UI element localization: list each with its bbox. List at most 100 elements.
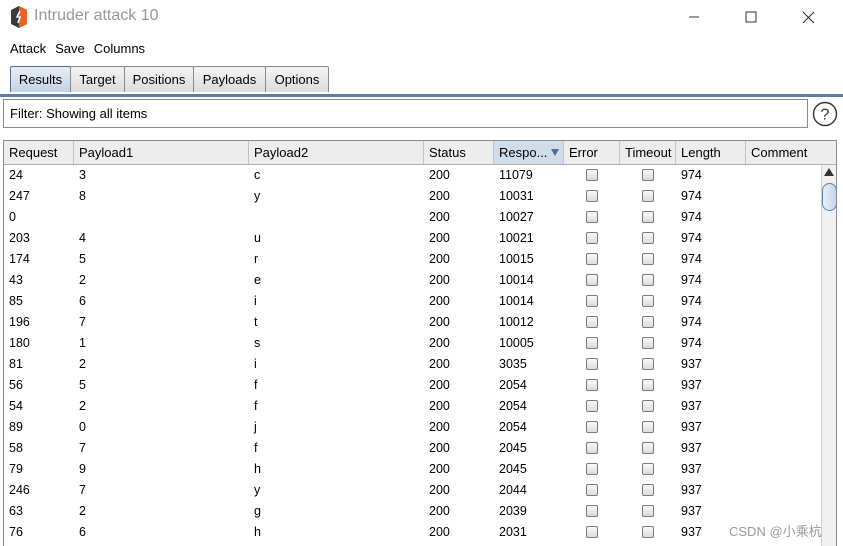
table-row[interactable]: 79 9 h 200 2045 937 bbox=[4, 459, 822, 480]
close-button[interactable] bbox=[786, 0, 830, 34]
table-row[interactable]: 203 4 u 200 10021 974 bbox=[4, 228, 822, 249]
timeout-checkbox[interactable] bbox=[642, 400, 654, 412]
table-row[interactable]: 85 6 i 200 10014 974 bbox=[4, 291, 822, 312]
error-checkbox[interactable] bbox=[586, 169, 598, 181]
table-row[interactable]: 24 3 c 200 11079 974 bbox=[4, 165, 822, 186]
error-checkbox[interactable] bbox=[586, 211, 598, 223]
table-row[interactable]: 89 0 j 200 2054 937 bbox=[4, 417, 822, 438]
help-icon[interactable]: ? bbox=[812, 101, 838, 127]
column-header-timeout[interactable]: Timeout bbox=[620, 141, 676, 164]
cell-length: 937 bbox=[681, 378, 702, 392]
menu-save[interactable]: Save bbox=[55, 41, 85, 56]
error-checkbox[interactable] bbox=[586, 358, 598, 370]
cell-payload1: 1 bbox=[79, 336, 86, 350]
timeout-checkbox[interactable] bbox=[642, 421, 654, 433]
minimize-button[interactable] bbox=[672, 0, 716, 34]
tab-options[interactable]: Options bbox=[265, 66, 329, 92]
error-checkbox[interactable] bbox=[586, 442, 598, 454]
table-row[interactable]: 0 200 10027 974 bbox=[4, 207, 822, 228]
table-row[interactable]: 174 5 r 200 10015 974 bbox=[4, 249, 822, 270]
column-header-length[interactable]: Length bbox=[676, 141, 746, 164]
error-checkbox[interactable] bbox=[586, 274, 598, 286]
cell-payload1: 8 bbox=[79, 189, 86, 203]
tab-results[interactable]: Results bbox=[10, 66, 71, 92]
timeout-checkbox[interactable] bbox=[642, 337, 654, 349]
tab-target[interactable]: Target bbox=[70, 66, 125, 92]
cell-status: 200 bbox=[429, 399, 450, 413]
error-checkbox[interactable] bbox=[586, 316, 598, 328]
column-header-payload2[interactable]: Payload2 bbox=[249, 141, 424, 164]
table-row[interactable]: 196 7 t 200 10012 974 bbox=[4, 312, 822, 333]
table-row[interactable]: 43 2 e 200 10014 974 bbox=[4, 270, 822, 291]
timeout-checkbox[interactable] bbox=[642, 442, 654, 454]
table-row[interactable]: 58 7 f 200 2045 937 bbox=[4, 438, 822, 459]
menu-bar: Attack Save Columns bbox=[0, 36, 843, 60]
timeout-checkbox[interactable] bbox=[642, 211, 654, 223]
cell-status: 200 bbox=[429, 231, 450, 245]
cell-payload1: 0 bbox=[79, 420, 86, 434]
column-header-request[interactable]: Request bbox=[4, 141, 74, 164]
table-row[interactable]: 56 5 f 200 2054 937 bbox=[4, 375, 822, 396]
column-header-status[interactable]: Status bbox=[424, 141, 494, 164]
error-checkbox[interactable] bbox=[586, 505, 598, 517]
timeout-checkbox[interactable] bbox=[642, 232, 654, 244]
scrollbar-thumb[interactable] bbox=[822, 183, 836, 211]
error-checkbox[interactable] bbox=[586, 421, 598, 433]
tab-payloads[interactable]: Payloads bbox=[193, 66, 266, 92]
error-checkbox[interactable] bbox=[586, 379, 598, 391]
menu-columns[interactable]: Columns bbox=[94, 41, 145, 56]
maximize-button[interactable] bbox=[729, 0, 773, 34]
cell-response: 10027 bbox=[499, 210, 534, 224]
vertical-scrollbar[interactable] bbox=[821, 165, 836, 546]
timeout-checkbox[interactable] bbox=[642, 253, 654, 265]
cell-payload2: i bbox=[254, 294, 257, 308]
timeout-checkbox[interactable] bbox=[642, 526, 654, 538]
scroll-up-arrow-icon[interactable] bbox=[824, 168, 834, 176]
cell-comment bbox=[746, 333, 751, 354]
table-row[interactable]: 76 6 h 200 2031 937 bbox=[4, 522, 822, 543]
timeout-checkbox[interactable] bbox=[642, 169, 654, 181]
tab-positions[interactable]: Positions bbox=[124, 66, 194, 92]
error-checkbox[interactable] bbox=[586, 295, 598, 307]
table-row[interactable]: 54 2 f 200 2054 937 bbox=[4, 396, 822, 417]
timeout-checkbox[interactable] bbox=[642, 274, 654, 286]
cell-comment bbox=[746, 480, 751, 501]
cell-payload2 bbox=[249, 207, 254, 228]
column-header-comment[interactable]: Comment bbox=[746, 141, 836, 164]
column-header-response[interactable]: Respo... bbox=[494, 141, 564, 164]
timeout-checkbox[interactable] bbox=[642, 505, 654, 517]
menu-attack[interactable]: Attack bbox=[10, 41, 46, 56]
error-checkbox[interactable] bbox=[586, 463, 598, 475]
timeout-checkbox[interactable] bbox=[642, 316, 654, 328]
timeout-checkbox[interactable] bbox=[642, 484, 654, 496]
cell-response: 2054 bbox=[499, 399, 527, 413]
cell-comment bbox=[746, 165, 751, 186]
filter-text: Filter: Showing all items bbox=[10, 106, 148, 121]
error-checkbox[interactable] bbox=[586, 484, 598, 496]
table-row[interactable]: 81 2 i 200 3035 937 bbox=[4, 354, 822, 375]
column-header-error[interactable]: Error bbox=[564, 141, 620, 164]
table-row[interactable]: 180 1 s 200 10005 974 bbox=[4, 333, 822, 354]
column-header-payload1[interactable]: Payload1 bbox=[74, 141, 249, 164]
cell-comment bbox=[746, 354, 751, 375]
timeout-checkbox[interactable] bbox=[642, 190, 654, 202]
error-checkbox[interactable] bbox=[586, 526, 598, 538]
timeout-checkbox[interactable] bbox=[642, 379, 654, 391]
error-checkbox[interactable] bbox=[586, 190, 598, 202]
timeout-checkbox[interactable] bbox=[642, 463, 654, 475]
cell-length: 974 bbox=[681, 189, 702, 203]
error-checkbox[interactable] bbox=[586, 253, 598, 265]
error-checkbox[interactable] bbox=[586, 337, 598, 349]
error-checkbox[interactable] bbox=[586, 400, 598, 412]
filter-bar[interactable]: Filter: Showing all items bbox=[3, 99, 808, 128]
error-checkbox[interactable] bbox=[586, 232, 598, 244]
timeout-checkbox[interactable] bbox=[642, 295, 654, 307]
table-row[interactable]: 246 7 y 200 2044 937 bbox=[4, 480, 822, 501]
cell-payload2: s bbox=[254, 336, 261, 350]
timeout-checkbox[interactable] bbox=[642, 358, 654, 370]
cell-response: 2044 bbox=[499, 483, 527, 497]
table-row[interactable]: 63 2 g 200 2039 937 bbox=[4, 501, 822, 522]
cell-comment bbox=[746, 459, 751, 480]
table-row[interactable]: 247 8 y 200 10031 974 bbox=[4, 186, 822, 207]
cell-response: 11079 bbox=[499, 168, 533, 182]
